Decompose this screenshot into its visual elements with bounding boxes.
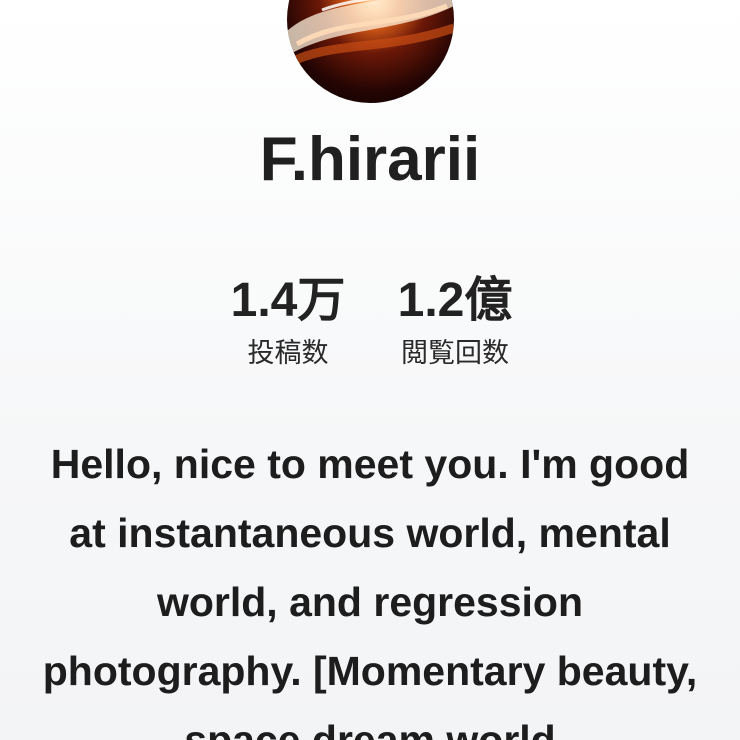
views-label: 閲覧回数 [401, 338, 509, 368]
posts-label: 投稿数 [247, 338, 329, 368]
profile-stats: 1.4万 投稿数 1.2億 閲覧回数 [0, 272, 740, 382]
username: F.hirarii [259, 125, 481, 194]
posts-stat[interactable]: 1.4万 投稿数 [208, 272, 368, 370]
posts-count: 1.4万 [230, 274, 346, 327]
avatar[interactable] [287, 0, 454, 103]
profile-bio: Hello, nice to meet you. I'm good at ins… [42, 441, 698, 740]
profile-page: F.hirarii 1.4万 投稿数 1.2億 閲覧回数 Hello, nice… [0, 0, 740, 740]
views-stat[interactable]: 1.2億 閲覧回数 [375, 272, 535, 370]
views-count: 1.2億 [397, 274, 513, 327]
profile-photo-icon [287, 0, 454, 68]
